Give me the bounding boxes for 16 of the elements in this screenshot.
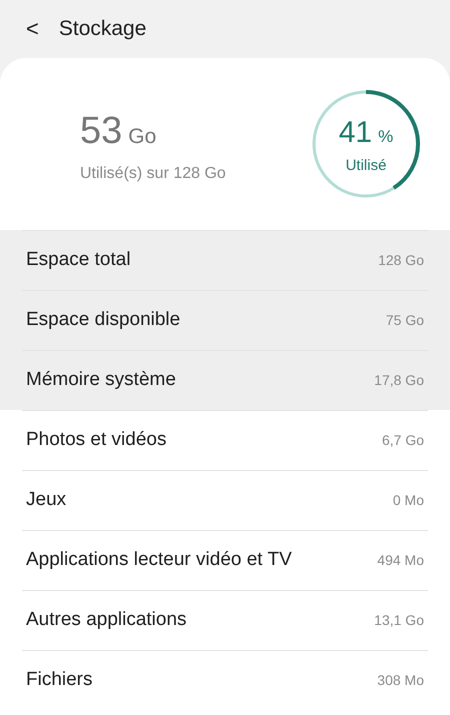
percent-sign: % (378, 126, 394, 148)
storage-row[interactable]: Photos et vidéos 6,7 Go (0, 410, 450, 470)
storage-row[interactable]: Mémoire système 17,8 Go (0, 350, 450, 410)
used-amount: 53 (80, 108, 122, 154)
percent-caption: Utilisé (346, 156, 386, 176)
storage-row[interactable]: Jeux 0 Mo (0, 470, 450, 530)
used-unit: Go (128, 124, 156, 150)
percent-value: 41 (338, 115, 372, 152)
storage-row[interactable]: Fichiers 308 Mo (0, 650, 450, 710)
usage-caption: Utilisé(s) sur 128 Go (80, 164, 226, 184)
storage-row[interactable]: Espace total 128 Go (0, 230, 450, 290)
storage-row[interactable]: Espace disponible 75 Go (0, 290, 450, 350)
storage-row[interactable]: Applications lecteur vidéo et TV 494 Mo (0, 530, 450, 590)
page-title: Stockage (58, 16, 146, 42)
back-button[interactable]: < (26, 18, 39, 40)
storage-row[interactable]: Autres applications 13,1 Go (0, 590, 450, 650)
